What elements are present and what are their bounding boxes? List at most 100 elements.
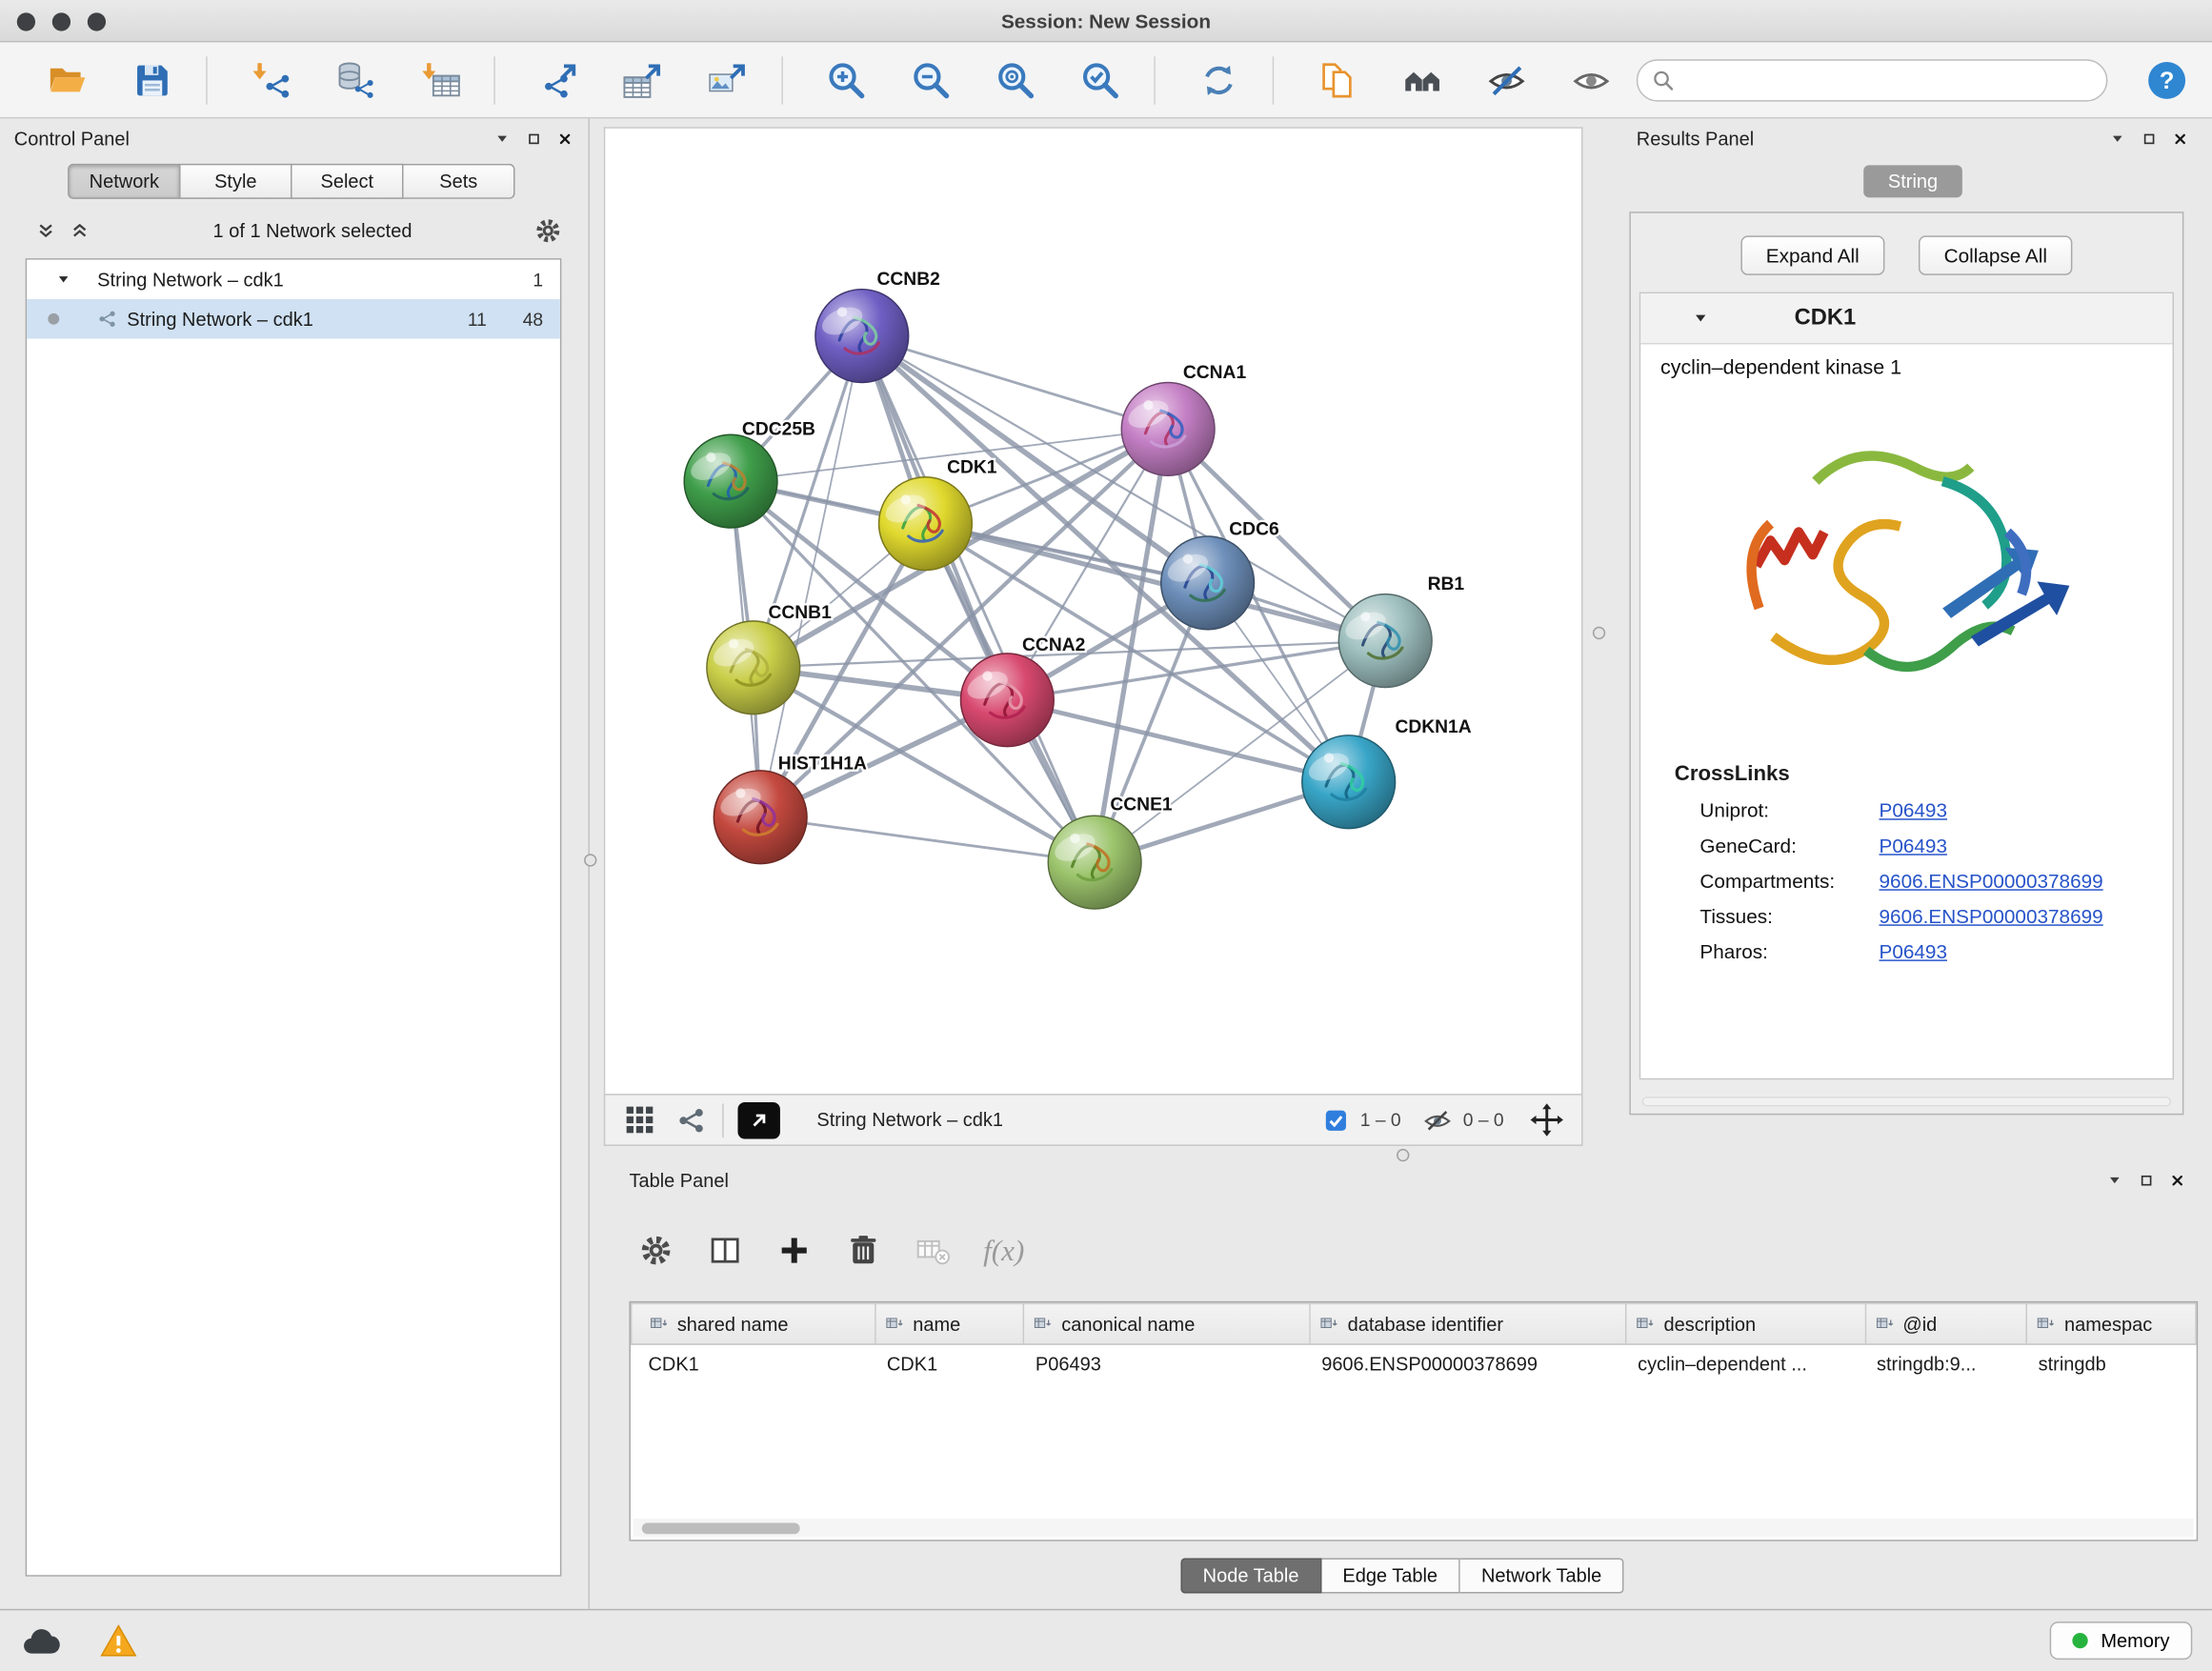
network-share-button[interactable] <box>674 1103 709 1137</box>
export-image-button[interactable] <box>697 49 759 111</box>
column-header[interactable]: namespac <box>2027 1303 2196 1344</box>
tree-row[interactable]: String Network – cdk11148 <box>27 299 560 338</box>
tab-node-table[interactable]: Node Table <box>1180 1558 1321 1593</box>
tab-select[interactable]: Select <box>292 164 404 199</box>
zoom-fit-button[interactable] <box>985 49 1047 111</box>
node-RB1[interactable] <box>1338 594 1432 688</box>
node-CDC25B[interactable] <box>684 434 777 528</box>
save-button[interactable] <box>121 49 183 111</box>
node-CDK1[interactable] <box>879 477 973 571</box>
edge[interactable] <box>1007 700 1348 782</box>
function-builder-button[interactable]: f(x) <box>983 1233 1024 1268</box>
node-CCNA1[interactable] <box>1121 382 1215 475</box>
node-CDC6[interactable] <box>1161 536 1255 630</box>
node-HIST1H1A[interactable] <box>714 771 807 864</box>
column-header[interactable]: description <box>1626 1303 1865 1344</box>
edge[interactable] <box>862 336 1095 863</box>
gear-icon[interactable] <box>533 216 563 246</box>
node-CCNB1[interactable] <box>707 621 800 715</box>
collapse-all-button[interactable]: Collapse All <box>1919 235 2073 274</box>
hidden-eye-icon[interactable] <box>1422 1104 1454 1136</box>
table-scrollbar[interactable] <box>633 1519 2194 1537</box>
edge[interactable] <box>925 524 1385 641</box>
export-table-button[interactable] <box>613 49 674 111</box>
panel-float-icon[interactable] <box>2138 1171 2156 1189</box>
divider-handle[interactable] <box>1397 1149 1409 1161</box>
crosslink-link[interactable]: 9606.ENSP00000378699 <box>1880 870 2103 893</box>
panel-close-icon[interactable] <box>2168 1171 2186 1189</box>
table-row[interactable]: CDK1CDK1P064939606.ENSP00000378699cyclin… <box>632 1344 2196 1383</box>
tab-network-table[interactable]: Network Table <box>1460 1558 1624 1593</box>
open-in-new-button[interactable] <box>737 1101 779 1138</box>
add-column-button[interactable] <box>775 1232 813 1269</box>
expand-all-button[interactable]: Expand All <box>1740 235 1884 274</box>
crosslink-link[interactable]: 9606.ENSP00000378699 <box>1880 905 2103 928</box>
tree-row[interactable]: String Network – cdk11 <box>27 260 560 299</box>
panel-float-icon[interactable] <box>2140 130 2158 148</box>
memory-button[interactable]: Memory <box>2050 1621 2192 1660</box>
edge[interactable] <box>760 817 1095 862</box>
collapse-all-icon[interactable] <box>68 219 91 243</box>
traffic-light-close[interactable] <box>16 12 34 30</box>
panel-menu-icon[interactable] <box>2107 129 2127 149</box>
zoom-out-button[interactable] <box>900 49 962 111</box>
pan-mode-icon[interactable] <box>1529 1102 1564 1137</box>
table-settings-button[interactable] <box>637 1232 674 1269</box>
panel-float-icon[interactable] <box>525 130 543 148</box>
delete-column-button[interactable] <box>845 1232 882 1269</box>
traffic-light-minimize[interactable] <box>51 12 70 30</box>
import-network-database-button[interactable] <box>325 49 387 111</box>
edge[interactable] <box>862 336 1168 430</box>
tab-network[interactable]: Network <box>68 164 180 199</box>
column-header[interactable]: shared name <box>632 1303 875 1344</box>
tab-string[interactable]: String <box>1864 165 1962 197</box>
overview-button[interactable] <box>1391 49 1453 111</box>
import-table-button[interactable] <box>409 49 471 111</box>
traffic-light-zoom[interactable] <box>87 12 105 30</box>
divider-handle[interactable] <box>584 854 596 866</box>
apply-layout-button[interactable] <box>1188 49 1250 111</box>
results-scrollbar[interactable] <box>1642 1097 2171 1106</box>
import-network-button[interactable] <box>240 49 302 111</box>
column-header[interactable]: name <box>875 1303 1024 1344</box>
edge[interactable] <box>760 336 862 817</box>
zoom-selected-button[interactable] <box>1069 49 1131 111</box>
node-CCNA2[interactable] <box>960 654 1054 747</box>
show-columns-button[interactable] <box>707 1232 744 1269</box>
help-button[interactable]: ? <box>2144 58 2189 103</box>
search-input[interactable] <box>1681 70 2106 91</box>
crosslink-link[interactable]: P06493 <box>1880 798 1947 821</box>
panel-close-icon[interactable] <box>2171 130 2189 148</box>
expand-all-icon[interactable] <box>34 219 58 243</box>
tab-sets[interactable]: Sets <box>404 164 515 199</box>
panel-menu-icon[interactable] <box>2104 1170 2124 1190</box>
selected-checkbox[interactable] <box>1322 1106 1351 1135</box>
hide-details-button[interactable] <box>1476 49 1538 111</box>
cloud-button[interactable] <box>20 1620 62 1661</box>
column-header[interactable]: @id <box>1865 1303 2027 1344</box>
column-header[interactable]: canonical name <box>1024 1303 1310 1344</box>
node-CDKN1A[interactable] <box>1302 735 1396 829</box>
section-caret-icon[interactable] <box>1692 309 1710 327</box>
zoom-in-button[interactable] <box>815 49 877 111</box>
warnings-button[interactable] <box>99 1621 138 1660</box>
documents-button[interactable] <box>1306 49 1368 111</box>
export-network-button[interactable] <box>528 49 590 111</box>
search-box[interactable] <box>1637 59 2108 101</box>
panel-close-icon[interactable] <box>555 130 573 148</box>
open-folder-button[interactable] <box>37 49 99 111</box>
tab-style[interactable]: Style <box>181 164 292 199</box>
show-details-button[interactable] <box>1560 49 1622 111</box>
divider-handle[interactable] <box>1593 627 1605 639</box>
gene-section-header[interactable]: CDK1 <box>1640 293 2172 344</box>
crosslink-link[interactable]: P06493 <box>1880 940 1947 963</box>
tree-caret-icon[interactable] <box>55 271 72 288</box>
grid-view-button[interactable] <box>622 1102 657 1137</box>
table-scrollbar-thumb[interactable] <box>642 1522 800 1534</box>
network-canvas[interactable]: CCNB2CCNA1CDC25BCDK1CDC6RB1CCNB1CCNA2CDK… <box>604 127 1583 1094</box>
node-CCNE1[interactable] <box>1048 815 1141 909</box>
column-header[interactable]: database identifier <box>1310 1303 1626 1344</box>
tab-edge-table[interactable]: Edge Table <box>1321 1558 1460 1593</box>
node-CCNB2[interactable] <box>815 290 909 383</box>
crosslink-link[interactable]: P06493 <box>1880 835 1947 857</box>
